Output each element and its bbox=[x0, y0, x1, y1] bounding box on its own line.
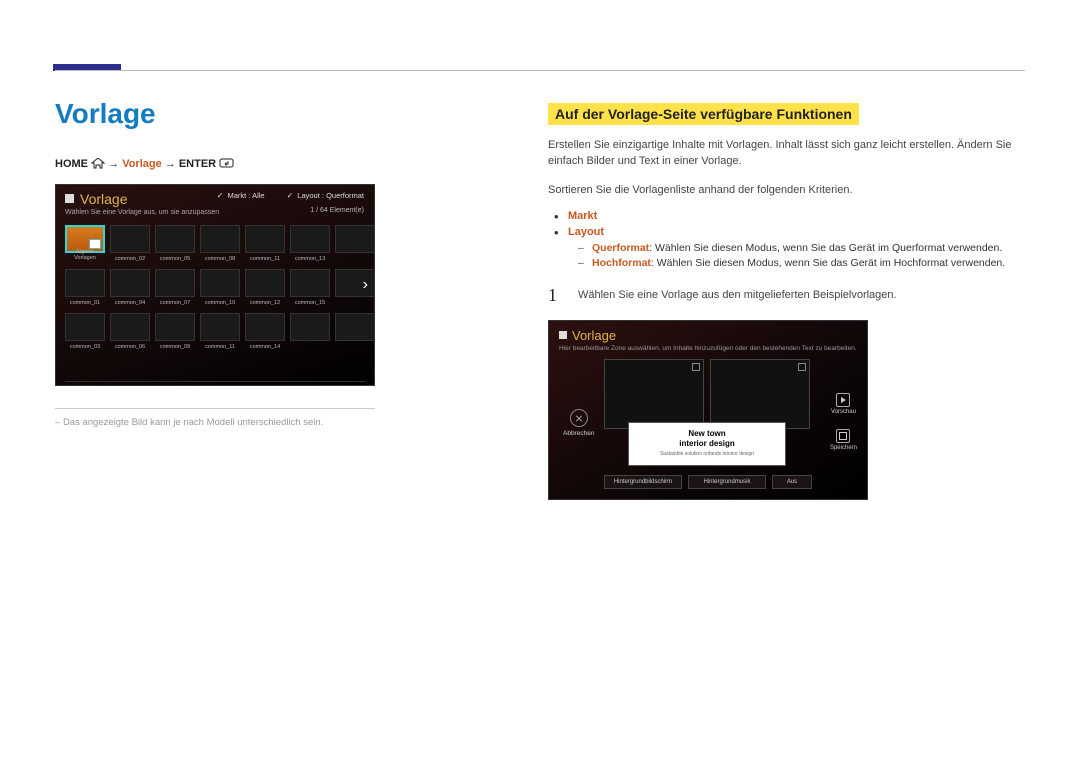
text-card[interactable]: New town interior design Sustainble solu… bbox=[629, 423, 785, 465]
template-tile[interactable] bbox=[335, 313, 375, 341]
breadcrumb-arrow: → bbox=[108, 158, 119, 170]
breadcrumb-enter: ENTER bbox=[179, 158, 216, 170]
step-1: 1 Wählen Sie eine Vorlage aus den mitgel… bbox=[548, 285, 1018, 306]
bullet-layout: Layout bbox=[568, 226, 604, 238]
zone-icon bbox=[692, 363, 700, 371]
template-tile[interactable]: common_14 bbox=[245, 313, 285, 341]
home-icon bbox=[91, 158, 105, 169]
next-page-icon[interactable]: › bbox=[363, 276, 368, 294]
template-tile[interactable]: common_08 bbox=[200, 225, 240, 253]
template-tile-own[interactable]: Eigene Vorlagen bbox=[65, 225, 105, 253]
card-line2: interior design bbox=[633, 439, 781, 448]
header-rule bbox=[55, 70, 1025, 71]
cancel-button[interactable]: Abbrechen bbox=[563, 409, 594, 437]
zone-icon bbox=[798, 363, 806, 371]
template-edit-screenshot: Vorlage Hier bearbeitbare Zone auswählen… bbox=[548, 320, 868, 500]
item-counter: 1 / 64 Element(e) bbox=[310, 207, 364, 214]
cancel-label: Abbrechen bbox=[563, 430, 594, 437]
tile-label: common_15 bbox=[291, 300, 329, 306]
tile-label: common_12 bbox=[246, 300, 284, 306]
template-tile[interactable]: common_09 bbox=[155, 313, 195, 341]
app-icon bbox=[559, 331, 567, 339]
template-tile[interactable]: common_05 bbox=[155, 225, 195, 253]
step-number: 1 bbox=[548, 285, 564, 306]
filter-layout[interactable]: Layout : Querformat bbox=[287, 191, 364, 200]
text-hochformat: : Wählen Sie diesen Modus, wenn Sie das … bbox=[651, 257, 1005, 269]
tile-label: common_02 bbox=[111, 256, 149, 262]
template-tile[interactable]: common_06 bbox=[110, 313, 150, 341]
preview-button[interactable]: Vorschau bbox=[831, 393, 856, 415]
breadcrumb-arrow: → bbox=[165, 158, 176, 170]
tile-label: common_14 bbox=[246, 344, 284, 350]
tile-label: common_11 bbox=[246, 256, 284, 262]
template-tile[interactable]: common_03 bbox=[65, 313, 105, 341]
tile-label: common_03 bbox=[66, 344, 104, 350]
edit-zone-right[interactable] bbox=[710, 359, 810, 429]
breadcrumb-home: HOME bbox=[55, 158, 88, 170]
bg-music-state[interactable]: Aus bbox=[772, 475, 812, 489]
tile-label: common_08 bbox=[201, 256, 239, 262]
play-icon bbox=[836, 393, 850, 407]
close-icon bbox=[570, 409, 588, 427]
screenshot-title: Vorlage bbox=[80, 191, 127, 207]
tile-label: common_01 bbox=[66, 300, 104, 306]
screenshot-subtitle: Hier bearbeitbare Zone auswählen, um Inh… bbox=[549, 345, 867, 352]
template-tile[interactable]: common_10 bbox=[200, 269, 240, 297]
tile-label: Eigene Vorlagen bbox=[67, 249, 103, 261]
page-title: Vorlage bbox=[55, 98, 435, 130]
screenshot-title: Vorlage bbox=[572, 328, 616, 343]
bg-image-button[interactable]: Hintergrundbildschirm bbox=[604, 475, 682, 489]
tile-label: common_07 bbox=[156, 300, 194, 306]
template-tile[interactable]: common_15 bbox=[290, 269, 330, 297]
tile-label: common_11 bbox=[201, 344, 239, 350]
app-icon bbox=[65, 194, 74, 203]
tile-label: common_05 bbox=[156, 256, 194, 262]
bg-music-button[interactable]: Hintergrundmusik bbox=[688, 475, 766, 489]
model-disclaimer: Das angezeigte Bild kann je nach Modell … bbox=[55, 417, 435, 428]
step-text: Wählen Sie eine Vorlage aus den mitgelie… bbox=[578, 285, 1018, 304]
filter-market[interactable]: Markt : Alle bbox=[217, 191, 265, 200]
template-tile[interactable] bbox=[290, 313, 330, 341]
template-tile[interactable]: common_13 bbox=[290, 225, 330, 253]
edit-zone-left[interactable] bbox=[604, 359, 704, 429]
text-querformat: : Wählen Sie diesen Modus, wenn Sie das … bbox=[649, 242, 1002, 254]
template-tile[interactable]: common_12 bbox=[245, 269, 285, 297]
tile-label: common_13 bbox=[291, 256, 329, 262]
breadcrumb-current: Vorlage bbox=[122, 158, 162, 170]
sort-paragraph: Sortieren Sie die Vorlagenliste anhand d… bbox=[548, 182, 1018, 198]
card-line3: Sustainble solution orifands intorior de… bbox=[633, 451, 781, 457]
sub-querformat: Querformat: Wählen Sie diesen Modus, wen… bbox=[578, 242, 1018, 254]
template-tile[interactable] bbox=[335, 269, 375, 297]
template-tile[interactable]: common_04 bbox=[110, 269, 150, 297]
enter-icon bbox=[219, 158, 235, 169]
template-tile[interactable]: common_07 bbox=[155, 269, 195, 297]
template-tile[interactable]: common_01 bbox=[65, 269, 105, 297]
divider bbox=[55, 408, 375, 409]
template-grid: Eigene Vorlagen common_02 common_05 comm… bbox=[65, 225, 374, 341]
section-heading: Auf der Vorlage-Seite verfügbare Funktio… bbox=[548, 103, 859, 125]
tile-label: common_10 bbox=[201, 300, 239, 306]
save-icon bbox=[836, 429, 850, 443]
template-tile[interactable]: common_11 bbox=[200, 313, 240, 341]
intro-paragraph: Erstellen Sie einzigartige Inhalte mit V… bbox=[548, 137, 1018, 170]
save-button[interactable]: Speichern bbox=[830, 429, 857, 451]
template-grid-screenshot: Vorlage Wählen Sie eine Vorlage aus, um … bbox=[55, 184, 375, 386]
label-querformat: Querformat bbox=[592, 242, 649, 254]
save-label: Speichern bbox=[830, 445, 857, 451]
tile-label: common_06 bbox=[111, 344, 149, 350]
template-tile[interactable]: common_02 bbox=[110, 225, 150, 253]
breadcrumb: HOME → Vorlage → ENTER bbox=[55, 158, 435, 170]
template-tile[interactable]: common_11 bbox=[245, 225, 285, 253]
label-hochformat: Hochformat bbox=[592, 257, 651, 269]
tile-label: common_04 bbox=[111, 300, 149, 306]
sub-hochformat: Hochformat: Wählen Sie diesen Modus, wen… bbox=[578, 257, 1018, 269]
preview-label: Vorschau bbox=[831, 409, 856, 415]
bullet-markt: Markt bbox=[568, 210, 597, 222]
card-line1: New town bbox=[633, 429, 781, 438]
template-tile[interactable] bbox=[335, 225, 375, 253]
tile-label: common_09 bbox=[156, 344, 194, 350]
